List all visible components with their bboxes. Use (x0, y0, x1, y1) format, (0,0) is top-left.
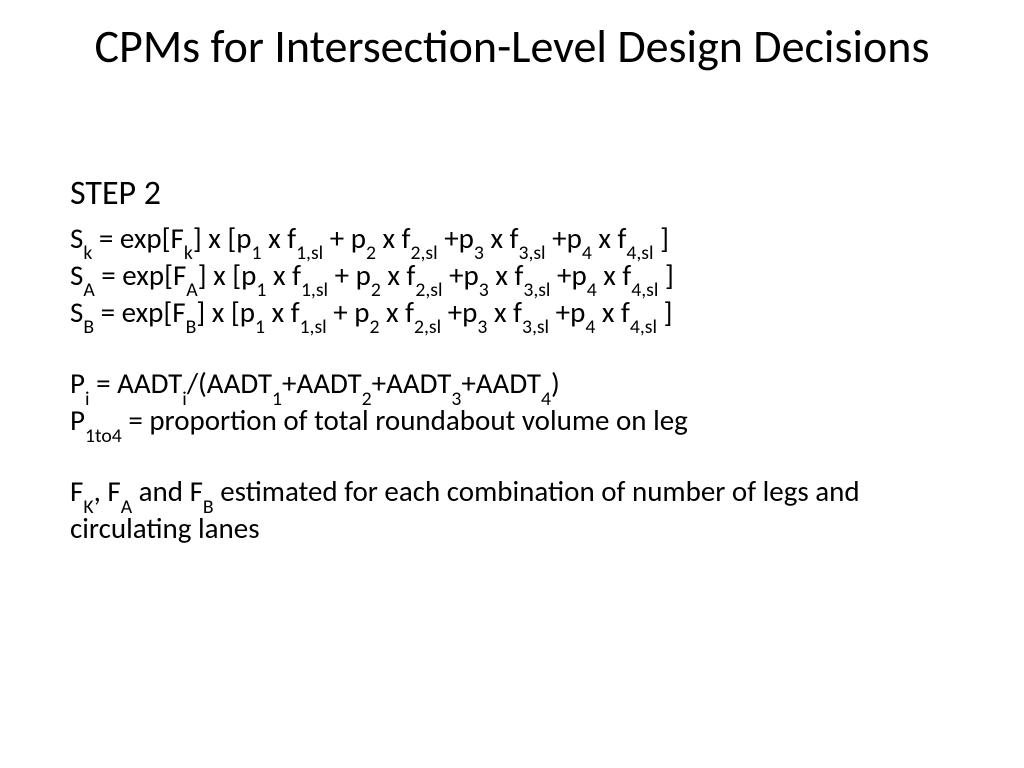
t: = proportion of total roundabout volume … (122, 402, 688, 438)
s: A (83, 278, 94, 302)
s: 4 (541, 387, 551, 411)
t: x f (484, 220, 519, 256)
s: 3,sl (523, 278, 550, 302)
t: = exp[F (94, 294, 186, 330)
s: B (83, 315, 94, 339)
step-heading: STEP 2 (70, 172, 954, 216)
s: K (83, 495, 93, 519)
t: x f (592, 220, 627, 256)
t: +p (546, 220, 582, 256)
formula-p1to4: P1to4 = proportion of total roundabout v… (70, 402, 954, 439)
t: = exp[F (95, 257, 187, 293)
s: 1 (256, 278, 266, 302)
t: x f (595, 294, 630, 330)
t: x f (265, 294, 300, 330)
spacer (70, 331, 954, 365)
t: ] x [p (193, 220, 252, 256)
spacer (70, 439, 954, 473)
t: x f (487, 294, 522, 330)
slide-title: CPMs for Intersection-Level Design Decis… (0, 22, 1024, 74)
s: 1 (252, 241, 262, 265)
s: 4 (587, 278, 597, 302)
s: 2,sl (411, 241, 438, 265)
s: 3,sl (518, 241, 545, 265)
s: 2 (362, 387, 372, 411)
t: and F (132, 473, 203, 509)
formula-sb: SB = exp[FB] x [p1 x f1,sl + p2 x f2,sl … (70, 294, 954, 331)
formula-pi: Pi = AADTi/(AADT1+AADT2+AADT3+AADT4) (70, 365, 954, 402)
t: ) (551, 365, 560, 401)
t: +AADT (461, 365, 541, 401)
s: A (121, 495, 132, 519)
s: 1,sl (301, 278, 328, 302)
t: +AADT (282, 365, 362, 401)
t: x f (380, 294, 415, 330)
s: k (184, 241, 193, 265)
s: B (186, 315, 197, 339)
t: +p (549, 294, 585, 330)
t: P (70, 365, 85, 401)
s: 1,sl (296, 241, 323, 265)
s: 2 (366, 241, 376, 265)
t: , F (94, 473, 121, 509)
s: 3 (474, 241, 484, 265)
s: 4,sl (631, 278, 658, 302)
t: ] x [p (196, 294, 255, 330)
s: 2,sl (415, 278, 442, 302)
t: = AADT (90, 365, 183, 401)
slide-body: STEP 2 Sk = exp[Fk] x [p1 x f1,sl + p2 x… (70, 172, 954, 547)
t: + p (327, 294, 370, 330)
t: +p (438, 220, 474, 256)
t: ] (654, 220, 669, 256)
t: ] x [p (198, 257, 257, 293)
s: 1 (255, 315, 265, 339)
t: F (70, 473, 83, 509)
t: S (70, 220, 83, 256)
s: i (182, 387, 187, 411)
s: A (186, 278, 197, 302)
t: x f (262, 220, 297, 256)
s: i (85, 387, 90, 411)
s: 1 (272, 387, 282, 411)
t: +p (441, 294, 477, 330)
s: 3,sl (522, 315, 549, 339)
t: x f (376, 220, 411, 256)
s: 3 (451, 387, 461, 411)
t: S (70, 257, 83, 293)
s: 3 (477, 315, 487, 339)
s: 2 (371, 278, 381, 302)
s: 1,sl (300, 315, 327, 339)
t: /(AADT (187, 365, 272, 401)
s: 4,sl (626, 241, 653, 265)
t: + p (328, 257, 371, 293)
s: 3 (479, 278, 489, 302)
s: 2 (370, 315, 380, 339)
slide: CPMs for Intersection-Level Design Decis… (0, 0, 1024, 768)
t: S (70, 294, 83, 330)
s: 4 (582, 241, 592, 265)
formula-sa: SA = exp[FA] x [p1 x f1,sl + p2 x f2,sl … (70, 257, 954, 294)
s: 2,sl (414, 315, 441, 339)
s: 1to4 (85, 424, 122, 448)
t: = exp[F (92, 220, 184, 256)
s: 4,sl (630, 315, 657, 339)
t: +AADT (372, 365, 452, 401)
s: B (203, 495, 214, 519)
t: ] (658, 257, 673, 293)
t: + p (323, 220, 366, 256)
s: 4 (585, 315, 595, 339)
formula-sk: Sk = exp[Fk] x [p1 x f1,sl + p2 x f2,sl … (70, 220, 954, 257)
t: ] (657, 294, 672, 330)
s: k (83, 241, 92, 265)
formula-f-note: FK, FA and FB estimated for each combina… (70, 473, 954, 547)
t: P (70, 402, 85, 438)
